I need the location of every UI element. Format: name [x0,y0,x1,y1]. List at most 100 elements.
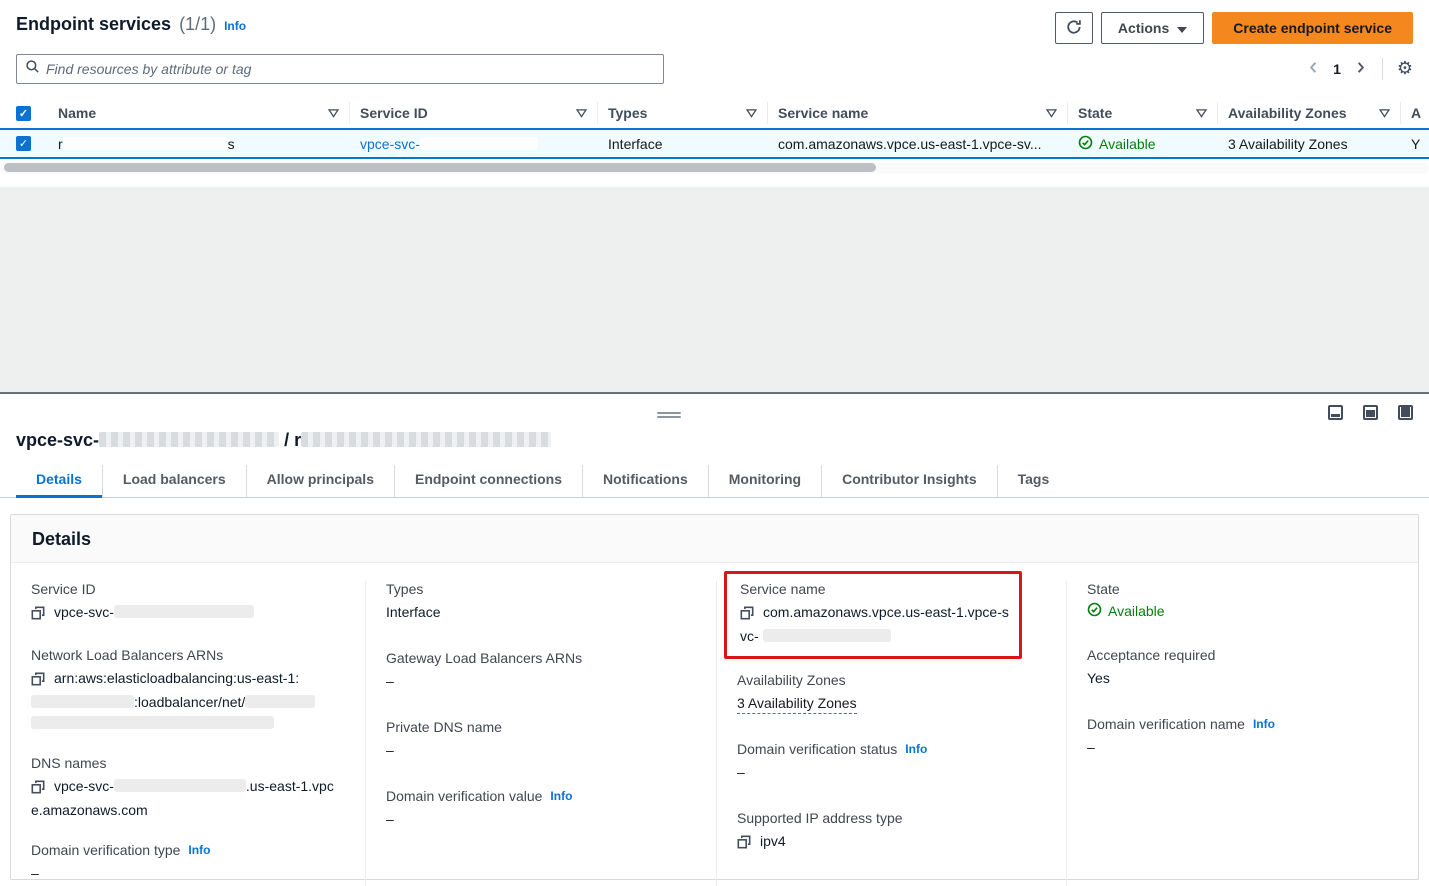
actions-button[interactable]: Actions [1101,12,1204,44]
search-icon [25,59,40,79]
pagination: 1 ⚙ [1306,58,1413,80]
column-header-service-name[interactable]: Service name [768,102,1068,124]
row-service-name-cell: com.amazonaws.vpce.us-east-1.vpce-sv... [768,136,1068,152]
row-acceptance-partial: Y [1401,136,1429,152]
column-filter-icon[interactable] [746,105,757,121]
table-header-row: ✓ Name Service ID Types Service name Sta… [0,98,1429,128]
column-filter-icon[interactable] [1196,105,1207,121]
panel-resize-handle[interactable] [657,410,681,420]
field-service-id: Service ID vpce-svc- [31,581,345,626]
row-availability-zones-link[interactable]: 3 Availability Zones [1218,136,1401,152]
tab-load-balancers[interactable]: Load balancers [102,465,246,497]
horizontal-scrollbar[interactable] [0,162,1429,174]
field-acceptance-required: Acceptance required Yes [1087,647,1398,689]
chevron-down-icon [1177,20,1187,36]
chevron-right-icon [1353,60,1368,78]
field-private-dns-name: Private DNS name – [386,719,696,761]
details-column-1: Service ID vpce-svc- Network Load Balanc… [11,581,366,886]
column-filter-icon[interactable] [1379,105,1390,121]
field-nlb-arns: Network Load Balancers ARNs arn:aws:elas… [31,647,345,734]
tab-details[interactable]: Details [16,465,102,497]
page-title: Endpoint services [16,14,171,35]
page-background [0,187,1429,392]
controls-row: 1 ⚙ [0,44,1429,84]
column-filter-icon[interactable] [328,105,339,121]
status-available-icon [1087,602,1102,620]
field-state: State Available [1087,581,1398,620]
tab-contributor-insights[interactable]: Contributor Insights [821,465,997,497]
column-header-state[interactable]: State [1068,102,1218,124]
search-input[interactable] [46,61,655,77]
availability-zones-link[interactable]: 3 Availability Zones [737,695,857,714]
select-all-checkbox[interactable]: ✓ [16,106,31,121]
details-column-2: Types Interface Gateway Load Balancers A… [366,581,717,886]
field-availability-zones: Availability Zones 3 Availability Zones [737,672,1046,714]
current-page-number[interactable]: 1 [1331,61,1343,77]
tab-monitoring[interactable]: Monitoring [708,465,821,497]
create-endpoint-service-button[interactable]: Create endpoint service [1212,12,1413,44]
field-supported-ip: Supported IP address type ipv4 [737,810,1046,855]
field-types: Types Interface [386,581,696,623]
copy-icon[interactable] [740,605,754,626]
tab-tags[interactable]: Tags [997,465,1070,497]
row-checkbox[interactable]: ✓ [16,136,31,151]
table-row[interactable]: ✓ rs vpce-svc- Interface com.amazonaws.v… [0,128,1429,159]
scrollbar-thumb[interactable] [4,163,876,172]
field-domain-verification-status: Domain verification statusInfo – [737,741,1046,783]
field-domain-verification-name: Domain verification nameInfo – [1087,716,1398,758]
column-filter-icon[interactable] [576,105,587,121]
column-header-types[interactable]: Types [598,102,768,124]
info-link[interactable]: Info [905,742,927,756]
copy-icon[interactable] [737,834,751,855]
copy-icon[interactable] [31,605,45,626]
field-domain-verification-type: Domain verification typeInfo – [31,842,345,884]
chevron-left-icon [1306,60,1321,78]
endpoint-services-section: Endpoint services (1/1) Info Actions Cre… [0,0,1429,392]
status-badge: Available [1108,603,1165,619]
tab-endpoint-connections[interactable]: Endpoint connections [394,465,582,497]
page-header: Endpoint services (1/1) Info Actions Cre… [0,0,1429,44]
endpoint-services-table: ✓ Name Service ID Types Service name Sta… [0,98,1429,174]
field-service-name: Service name com.amazonaws.vpce.us-east-… [740,581,1013,647]
service-name-highlight-box: Service name com.amazonaws.vpce.us-east-… [724,571,1022,659]
panel-size-small-icon[interactable] [1328,405,1343,420]
info-link[interactable]: Info [550,789,572,803]
page-info-link[interactable]: Info [224,19,246,33]
actions-label: Actions [1118,20,1169,36]
preferences-gear-icon[interactable]: ⚙ [1397,60,1413,78]
panel-size-controls [1328,405,1413,420]
row-state-cell: Available [1068,135,1218,153]
row-types-cell: Interface [598,136,768,152]
panel-size-large-icon[interactable] [1398,405,1413,420]
details-card-heading: Details [11,515,1418,563]
resource-counter: (1/1) [179,14,216,35]
info-link[interactable]: Info [1253,717,1275,731]
previous-page-button[interactable] [1306,60,1321,78]
tab-notifications[interactable]: Notifications [582,465,708,497]
field-dns-names: DNS names vpce-svc-.us-east-1.vpce.amazo… [31,755,345,821]
column-filter-icon[interactable] [1046,105,1057,121]
next-page-button[interactable] [1353,60,1368,78]
refresh-button[interactable] [1055,12,1093,44]
tab-allow-principals[interactable]: Allow principals [246,465,394,497]
status-badge: Available [1099,136,1156,152]
column-header-name[interactable]: Name [48,102,350,124]
copy-icon[interactable] [31,779,45,800]
copy-icon[interactable] [31,671,45,692]
details-column-4: State Available Acceptance required Yes … [1067,581,1418,886]
search-box[interactable] [16,54,664,84]
details-column-3: Service name com.amazonaws.vpce.us-east-… [717,581,1067,886]
split-panel: vpce-svc- / r Details Load balancers All… [0,392,1429,886]
field-domain-verification-value: Domain verification valueInfo – [386,788,696,830]
field-gateway-lb-arns: Gateway Load Balancers ARNs – [386,650,696,692]
divider [1382,58,1383,80]
row-name-cell: rs [48,136,350,152]
column-header-service-id[interactable]: Service ID [350,102,598,124]
panel-size-medium-icon[interactable] [1363,405,1378,420]
details-card: Details Service ID vpce-svc- Network Loa… [10,514,1419,880]
column-header-availability-zones[interactable]: Availability Zones [1218,102,1401,124]
row-service-id-link[interactable]: vpce-svc- [350,136,598,152]
info-link[interactable]: Info [188,843,210,857]
column-header-partial[interactable]: A [1401,102,1429,124]
refresh-icon [1066,19,1082,38]
